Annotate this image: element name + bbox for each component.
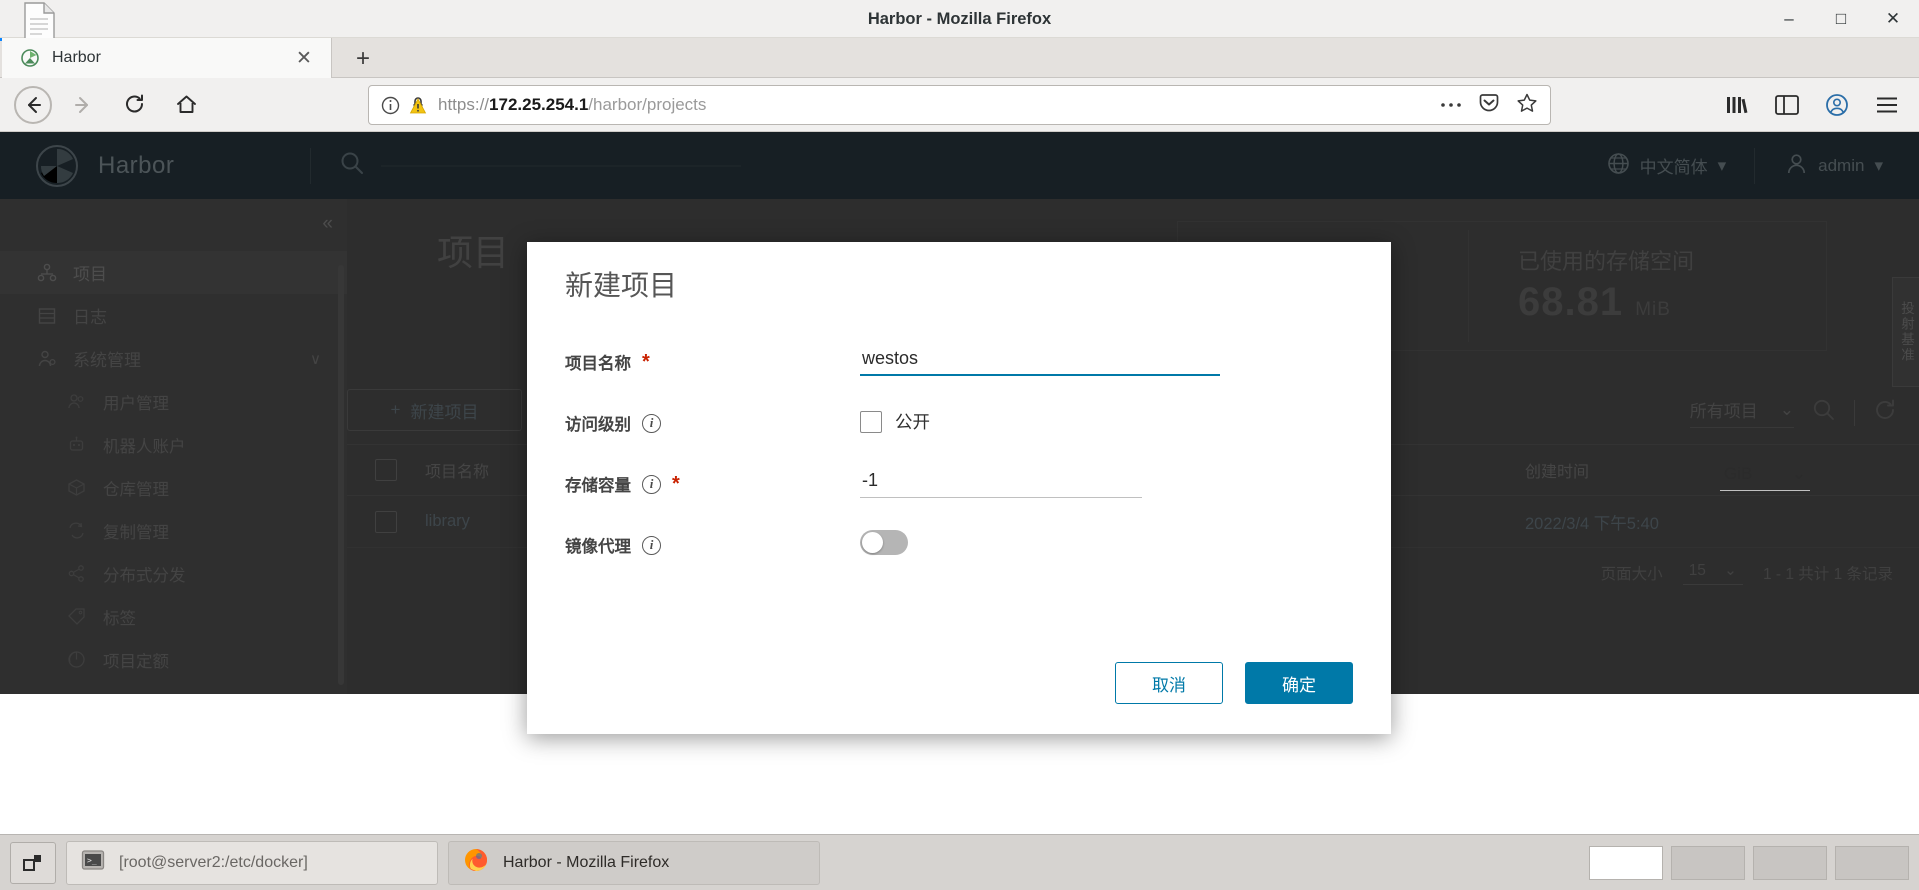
- minimize-button[interactable]: –: [1763, 0, 1815, 38]
- modal-title: 新建项目: [565, 270, 678, 301]
- more-actions-icon[interactable]: [1440, 96, 1462, 114]
- reload-button[interactable]: [112, 85, 156, 125]
- cancel-button[interactable]: 取消: [1115, 662, 1223, 704]
- taskbar-item-label: [root@server2:/etc/docker]: [119, 853, 308, 871]
- storage-quota-label-group: 存储容量 i *: [565, 472, 680, 496]
- menu-icon[interactable]: [1865, 85, 1909, 125]
- url-text[interactable]: https://172.25.254.1/harbor/projects: [438, 95, 1440, 115]
- show-desktop-icon[interactable]: [10, 841, 56, 884]
- toggle-knob: [862, 532, 883, 553]
- info-icon[interactable]: i: [642, 474, 661, 494]
- taskbar-item-label: Harbor - Mozilla Firefox: [503, 853, 670, 871]
- maximize-button[interactable]: □: [1815, 0, 1867, 38]
- browser-tabstrip: Harbor ✕ +: [0, 38, 1919, 78]
- storage-quota-input[interactable]: [860, 464, 1142, 498]
- public-checkbox-group[interactable]: 公开: [860, 403, 930, 434]
- window-controls: – □ ✕: [1763, 0, 1919, 38]
- new-project-form: 项目名称 * 访问级别 i 公开 存储容量 i *: [565, 342, 1810, 586]
- info-icon[interactable]: i: [642, 535, 661, 555]
- window-title: Harbor - Mozilla Firefox: [867, 10, 1052, 28]
- library-icon[interactable]: [1715, 85, 1759, 125]
- tray-slot-1[interactable]: [1589, 845, 1663, 880]
- lock-warning-icon[interactable]: [409, 95, 427, 115]
- required-marker: *: [642, 351, 650, 373]
- project-name-label: 项目名称: [565, 355, 631, 373]
- taskbar-item-firefox[interactable]: Harbor - Mozilla Firefox: [448, 840, 820, 885]
- svg-text:>_: >_: [87, 856, 97, 865]
- taskbar-item-terminal[interactable]: >_ [root@server2:/etc/docker]: [66, 840, 438, 885]
- form-row-storage-quota: 存储容量 i * GiB ⌄: [565, 464, 1810, 525]
- taskbar-tray: [1589, 845, 1909, 880]
- url-host: 172.25.254.1: [489, 95, 589, 114]
- tray-slot-3[interactable]: [1753, 845, 1827, 880]
- public-checkbox[interactable]: [860, 410, 882, 433]
- forward-button[interactable]: [60, 85, 104, 125]
- harbor-favicon-icon: [20, 48, 40, 68]
- chevron-down-icon: ⌄: [1791, 464, 1806, 483]
- bookmark-star-icon[interactable]: [1516, 92, 1538, 119]
- access-level-label: 访问级别: [565, 416, 631, 434]
- storage-quota-label: 存储容量: [565, 477, 631, 495]
- browser-tab-label: Harbor: [52, 49, 101, 66]
- url-path: /harbor/projects: [588, 95, 707, 114]
- new-tab-button[interactable]: +: [345, 44, 381, 74]
- form-row-proxy-cache: 镜像代理 i: [565, 525, 1355, 586]
- browser-toolbar-right: [1715, 85, 1909, 125]
- desktop-taskbar: >_ [root@server2:/etc/docker] Harbor - M…: [0, 834, 1919, 890]
- pocket-icon[interactable]: [1478, 92, 1500, 119]
- window-titlebar: Harbor - Mozilla Firefox – □ ✕: [0, 0, 1919, 44]
- url-bar[interactable]: https://172.25.254.1/harbor/projects: [368, 85, 1551, 125]
- browser-tab-harbor[interactable]: Harbor ✕: [2, 38, 332, 78]
- firefox-icon: [463, 847, 489, 878]
- confirm-button[interactable]: 确定: [1245, 662, 1353, 704]
- back-button[interactable]: [14, 85, 52, 124]
- close-icon[interactable]: ✕: [291, 45, 317, 71]
- form-row-project-name: 项目名称 *: [565, 342, 1355, 403]
- close-button[interactable]: ✕: [1867, 0, 1919, 38]
- proxy-cache-toggle[interactable]: [860, 530, 908, 555]
- project-name-label-group: 项目名称 *: [565, 350, 650, 374]
- tray-slot-4[interactable]: [1835, 845, 1909, 880]
- proxy-cache-label: 镜像代理: [565, 538, 631, 556]
- form-row-access-level: 访问级别 i 公开: [565, 403, 1355, 464]
- modal-footer: 取消 确定: [1115, 662, 1353, 704]
- public-checkbox-label: 公开: [895, 412, 930, 432]
- required-marker: *: [672, 473, 680, 495]
- page-info-icon[interactable]: [381, 96, 400, 115]
- info-icon[interactable]: i: [642, 413, 661, 433]
- project-name-input[interactable]: [860, 342, 1220, 376]
- url-scheme: https://: [438, 95, 490, 114]
- tray-slot-2[interactable]: [1671, 845, 1745, 880]
- new-project-modal: 新建项目 项目名称 * 访问级别 i 公开: [527, 242, 1810, 734]
- home-button[interactable]: [164, 85, 208, 125]
- storage-unit-select[interactable]: GiB ⌄: [1720, 464, 1810, 491]
- storage-unit-value: GiB: [1724, 464, 1753, 483]
- access-level-label-group: 访问级别 i: [565, 411, 661, 435]
- sidebar-toggle-icon[interactable]: [1765, 85, 1809, 125]
- proxy-cache-label-group: 镜像代理 i: [565, 533, 661, 557]
- terminal-icon: >_: [81, 848, 105, 877]
- account-icon[interactable]: [1815, 85, 1859, 125]
